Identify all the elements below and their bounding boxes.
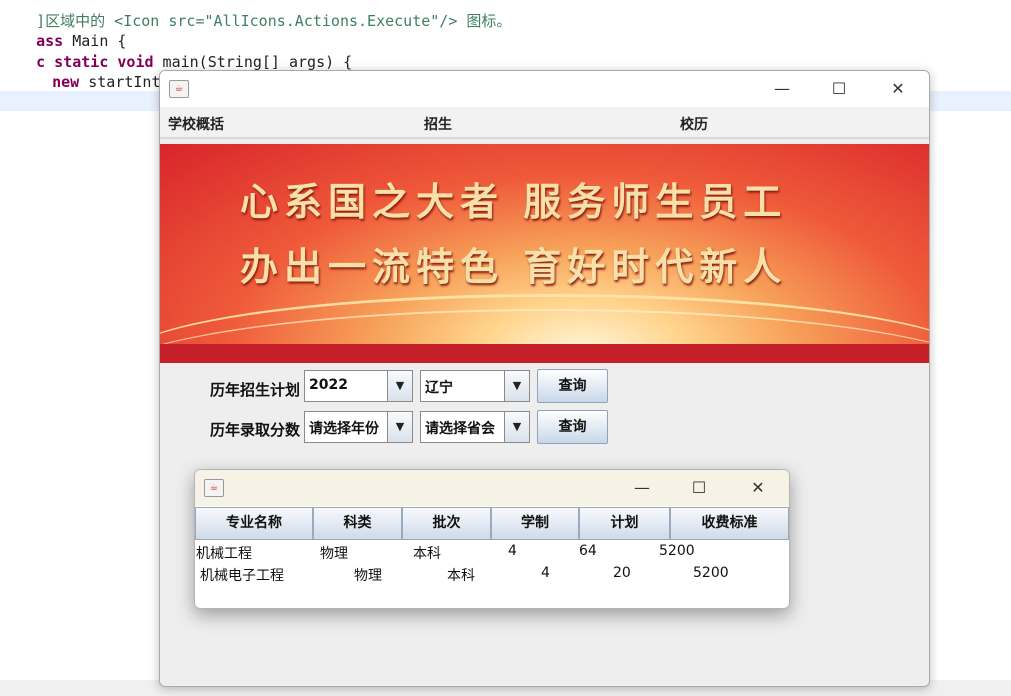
chevron-down-icon[interactable]: ▼: [387, 412, 412, 442]
results-dialog: ☕ — ☐ ✕ 专业名称 科类 批次 学制 计划 收费标准 机械工程 物理 本科…: [194, 469, 790, 609]
minimize-button[interactable]: —: [618, 470, 666, 506]
chevron-down-icon[interactable]: ▼: [504, 412, 529, 442]
query-plan-button[interactable]: 查询: [537, 369, 608, 403]
year-select-value: 2022: [309, 377, 348, 393]
score-province-select[interactable]: 请选择省会 ▼: [420, 411, 530, 443]
column-header-duration[interactable]: 学制: [491, 507, 579, 540]
table-cell-batch: 本科: [447, 568, 475, 584]
table-cell-duration: 4: [508, 543, 517, 559]
close-button[interactable]: ✕: [874, 71, 922, 107]
java-icon: ☕: [204, 479, 224, 497]
column-header-major[interactable]: 专业名称: [195, 507, 313, 540]
java-icon: ☕: [169, 80, 189, 98]
admission-score-label: 历年录取分数: [210, 421, 301, 439]
column-header-category[interactable]: 科类: [313, 507, 402, 540]
banner-slogan-line2: 办出一流特色 育好时代新人: [240, 244, 788, 289]
column-header-fee[interactable]: 收费标准: [670, 507, 789, 540]
code-keyword: new: [52, 73, 80, 91]
table-cell-plan: 64: [579, 543, 597, 559]
enrollment-plan-label: 历年招生计划: [210, 381, 301, 399]
code-line-comment: ]区域中的 <Icon src="AllIcons.Actions.Execut…: [0, 0, 511, 30]
column-header-batch[interactable]: 批次: [402, 507, 491, 540]
table-cell-plan: 20: [613, 565, 631, 581]
menu-bar: 学校概括 招生 校历: [160, 107, 929, 139]
main-titlebar[interactable]: ☕ — ☐ ✕: [160, 71, 929, 107]
menu-school-overview[interactable]: 学校概括: [168, 114, 224, 134]
province-select-value: 辽宁: [425, 380, 453, 396]
menu-calendar[interactable]: 校历: [680, 114, 708, 134]
chevron-down-icon[interactable]: ▼: [387, 371, 412, 401]
table-cell-fee: 5200: [693, 565, 729, 581]
code-line-class: ass Main {: [0, 11, 126, 50]
menu-admissions[interactable]: 招生: [424, 114, 452, 134]
table-cell-category: 物理: [354, 568, 382, 584]
close-button[interactable]: ✕: [734, 470, 782, 506]
chevron-down-icon[interactable]: ▼: [504, 371, 529, 401]
table-cell-major: 机械工程: [196, 546, 252, 562]
maximize-button[interactable]: ☐: [675, 470, 723, 506]
minimize-button[interactable]: —: [758, 71, 806, 107]
table-cell-category: 物理: [320, 546, 348, 562]
banner-image: 心系国之大者 服务师生员工 办出一流特色 育好时代新人: [160, 144, 929, 363]
score-province-select-value: 请选择省会: [425, 421, 495, 437]
code-line-main: c static void main(String[] args) {: [0, 32, 352, 71]
year-select[interactable]: 2022 ▼: [304, 370, 413, 402]
province-select[interactable]: 辽宁 ▼: [420, 370, 530, 402]
table-cell-duration: 4: [541, 565, 550, 581]
banner-bottom-strip: [160, 344, 929, 363]
table-cell-major: 机械电子工程: [200, 568, 284, 584]
table-cell-batch: 本科: [413, 546, 441, 562]
dialog-titlebar[interactable]: ☕ — ☐ ✕: [195, 470, 789, 506]
column-header-plan[interactable]: 计划: [579, 507, 670, 540]
score-year-select[interactable]: 请选择年份 ▼: [304, 411, 413, 443]
query-score-button[interactable]: 查询: [537, 410, 608, 444]
table-cell-fee: 5200: [659, 543, 695, 559]
banner-slogan-line1: 心系国之大者 服务师生员工: [240, 179, 788, 224]
score-year-select-value: 请选择年份: [309, 421, 379, 437]
maximize-button[interactable]: ☐: [815, 71, 863, 107]
code-line-new: new startInterface();: [16, 52, 242, 91]
